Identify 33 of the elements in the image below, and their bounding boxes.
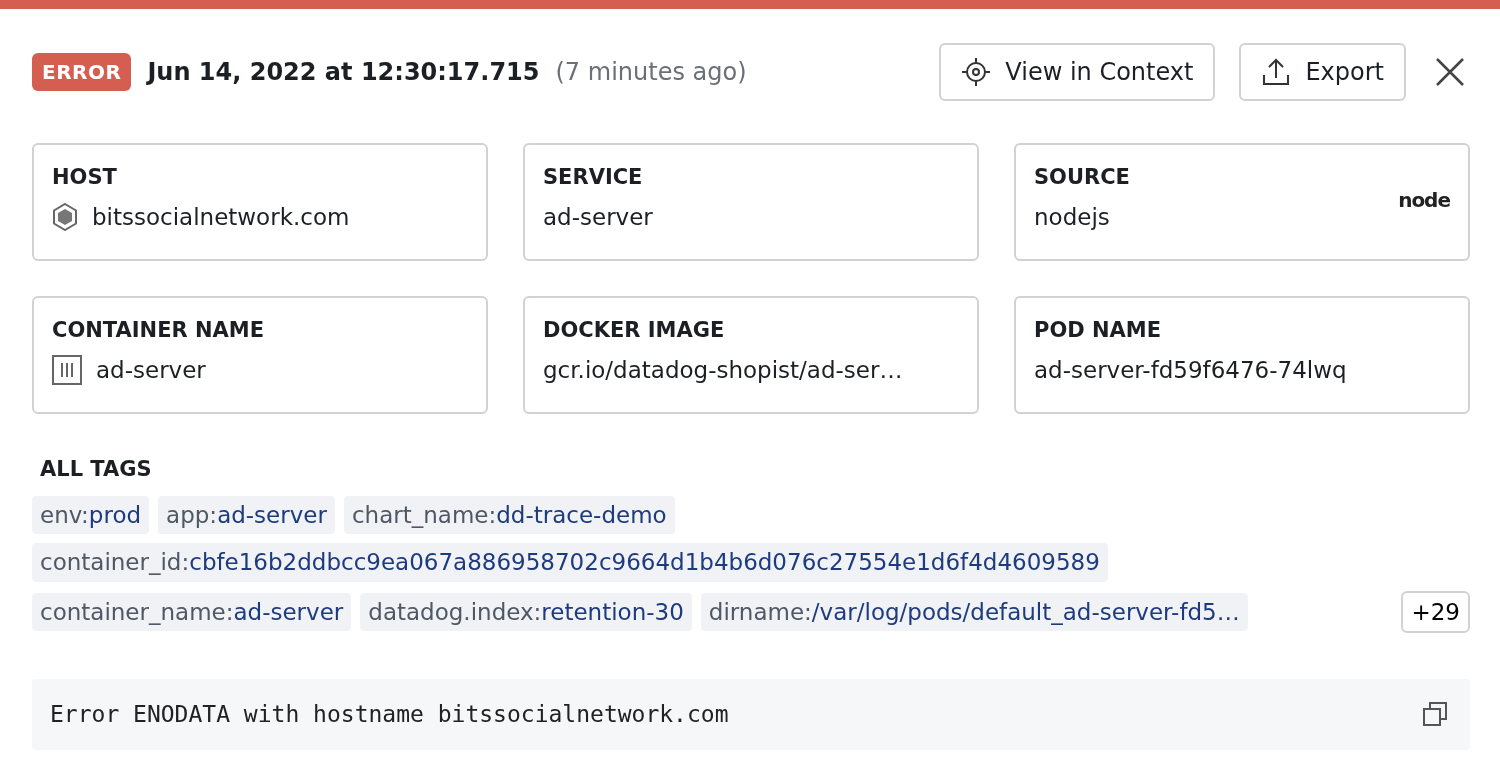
copy-button[interactable] [1422, 701, 1448, 728]
attribute-label: HOST [52, 165, 118, 191]
container-icon [52, 355, 82, 386]
attribute-value: nodejs [1034, 203, 1110, 233]
attribute-label: SOURCE [1034, 165, 1131, 191]
tag-chip[interactable]: container_id:cbfe16b2ddbcc9ea067a886958702c9664d1b4b6d076c27554e1d6f4d4609589 [32, 543, 1108, 582]
log-message: Error ENODATA with hostname bitssocialnetwork.com [50, 700, 729, 729]
timestamp: Jun 14, 2022 at 12:30:17.715 [147, 57, 540, 88]
relative-time: (7 minutes ago) [555, 57, 747, 88]
hexagon-icon [52, 203, 78, 232]
status-badge: ERROR [32, 53, 132, 91]
tag-chip[interactable]: env:prod [32, 495, 150, 534]
section-title: ALL TAGS [40, 456, 153, 483]
view-in-context-button[interactable]: View in Context [939, 43, 1216, 101]
tag-chip[interactable]: container_name:ad-server [32, 592, 352, 631]
source-logo: node [1398, 187, 1450, 214]
tag-chip[interactable]: dirname:/var/log/pods/default_ad-server-fd5… [700, 592, 1248, 631]
attribute-label: SERVICE [543, 165, 644, 191]
attribute-label: DOCKER IMAGE [543, 318, 726, 344]
attribute-value: ad-server-fd59f6476-74lwq [1034, 356, 1347, 386]
tag-chip[interactable]: app:ad-server [158, 495, 335, 534]
attribute-value: ad-server [543, 203, 653, 233]
export-button[interactable]: Export [1239, 43, 1406, 101]
target-icon [961, 57, 992, 87]
tag-chip[interactable]: chart_name:dd-trace-demo [343, 495, 675, 534]
more-tags-button[interactable]: +29 [1401, 590, 1470, 633]
tag-chip[interactable]: datadog.index:retention-30 [360, 592, 692, 631]
attribute-value: bitssocialnetwork.com [92, 203, 350, 233]
attribute-value: ad-server [96, 356, 206, 386]
attribute-label: POD NAME [1034, 318, 1163, 344]
attribute-value: gcr.io/datadog-shopist/ad-ser… [543, 356, 903, 386]
upload-icon [1261, 57, 1292, 87]
attribute-label: CONTAINER NAME [52, 318, 266, 344]
